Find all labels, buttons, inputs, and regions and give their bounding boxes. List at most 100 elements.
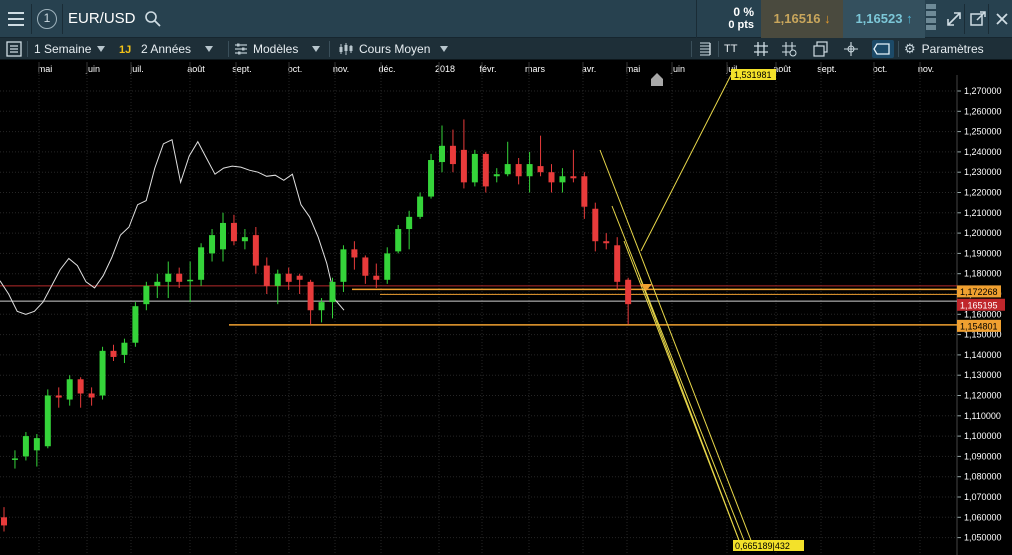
candle-body: [143, 285, 150, 305]
candle-body: [515, 164, 522, 177]
candle-body: [603, 241, 610, 244]
x-axis-month-label: mai: [626, 64, 641, 74]
y-axis-tick-label: 1,050000: [964, 533, 1002, 543]
search-icon[interactable]: [144, 10, 162, 28]
layers-icon[interactable]: [812, 40, 830, 58]
candle-body: [230, 222, 237, 242]
y-axis-tick-label: 1,130000: [964, 370, 1002, 380]
models-dropdown[interactable]: Modèles: [234, 38, 321, 60]
candle-body: [307, 281, 314, 311]
candle-body: [362, 257, 369, 276]
tag-icon[interactable]: [872, 40, 894, 58]
y-axis-tick-label: 1,190000: [964, 248, 1002, 258]
candle-body: [351, 249, 358, 258]
candlestick-chart[interactable]: 1,270000 1,260000 1,250000 1,240000 1,230000…: [0, 60, 1012, 555]
divider: [964, 4, 965, 34]
price-type-label: Cours Moyen: [359, 42, 431, 56]
quantity-stepper-icon[interactable]: [926, 4, 936, 34]
candle-body: [614, 245, 621, 282]
divider: [62, 4, 63, 34]
close-icon[interactable]: [992, 9, 1012, 29]
y-axis-tick-label: 1,270000: [964, 86, 1002, 96]
crosshair-grid-icon[interactable]: [780, 40, 798, 58]
sell-price-button[interactable]: 1,16516 ↓: [761, 0, 843, 38]
y-axis-tick-label: 1,080000: [964, 472, 1002, 482]
arrow-up-icon: ↑: [906, 11, 913, 26]
candle-body: [482, 153, 489, 187]
candle-body: [154, 281, 161, 286]
candle-body: [1, 517, 7, 526]
y-axis-tick-label: 1,160000: [964, 309, 1002, 319]
crosshair-icon[interactable]: [842, 40, 860, 58]
candle-body: [384, 253, 391, 280]
candle-body: [504, 164, 511, 175]
level-tag-lower: 1,154801: [957, 319, 1001, 332]
candle-body: [537, 166, 544, 173]
range-dropdown[interactable]: 2 Années: [141, 38, 214, 60]
candle-body: [165, 273, 172, 282]
level-tag-lower-text: 1,154801: [960, 321, 998, 331]
candle-body: [460, 149, 467, 183]
y-axis-tick-label: 1,140000: [964, 350, 1002, 360]
instrument-symbol[interactable]: EUR/USD: [68, 10, 136, 27]
candle-body: [329, 281, 336, 303]
candle-body: [395, 229, 402, 252]
candle-body: [592, 208, 599, 242]
indicator-line: [0, 138, 345, 315]
projection-line-down: [611, 205, 746, 544]
x-axis-month-label: oct.: [288, 64, 303, 74]
x-axis-month-label: 2018: [435, 64, 455, 74]
candle-body: [198, 247, 205, 280]
y-axis-tick-label: 1,060000: [964, 512, 1002, 522]
hamburger-menu-icon[interactable]: [4, 8, 28, 30]
divider: [898, 41, 899, 57]
divider: [27, 41, 28, 57]
y-axis-tick-label: 1,120000: [964, 391, 1002, 401]
candle-body: [88, 393, 95, 398]
chevron-down-icon: [205, 46, 214, 52]
grid-icon[interactable]: [752, 40, 770, 58]
candle-body: [439, 145, 445, 163]
sell-price: 1,16516: [773, 11, 821, 26]
candles-icon: [339, 43, 353, 55]
settings-button[interactable]: ⚙ Paramètres: [904, 38, 984, 60]
buy-price-button[interactable]: 1,16523 ↑: [843, 0, 925, 38]
sliders-icon: [235, 43, 247, 55]
projection-line-up: [640, 74, 732, 252]
divider: [228, 41, 229, 57]
popout-icon[interactable]: [968, 9, 988, 29]
current-price-tag-text: 1,165195: [960, 300, 998, 310]
candle-body: [471, 153, 478, 183]
divider: [31, 4, 32, 34]
x-axis-month-label: oct.: [873, 64, 888, 74]
y-axis-tick-label: 1,090000: [964, 451, 1002, 461]
list-icon[interactable]: [5, 40, 23, 58]
projection-line-down: [599, 149, 753, 544]
price-chart[interactable]: 1,270000 1,260000 1,250000 1,240000 1,230000…: [0, 60, 1012, 555]
x-axis-month-label: sept.: [232, 64, 252, 74]
divider: [718, 41, 719, 57]
candle-body: [548, 172, 555, 183]
candle-body: [449, 145, 456, 165]
divider: [988, 4, 989, 34]
price-type-dropdown[interactable]: Cours Moyen: [338, 38, 449, 60]
timeframe-label: 1 Semaine: [34, 42, 92, 56]
timeframe-dropdown[interactable]: 1 Semaine: [34, 38, 106, 60]
projection-label-top: 1,531981: [731, 69, 776, 80]
instrument-index-badge[interactable]: 1: [37, 9, 57, 29]
y-axis-tick-label: 1,100000: [964, 431, 1002, 441]
text-tool-button[interactable]: TT: [724, 38, 737, 60]
y-axis-tick-label: 1,230000: [964, 167, 1002, 177]
order-book-icon[interactable]: [696, 40, 714, 58]
candle-body: [55, 395, 62, 398]
candle-body: [241, 237, 248, 242]
level-tag-upper: 1,172268: [957, 285, 1001, 298]
expand-icon[interactable]: [944, 9, 964, 29]
candle-body: [110, 350, 117, 357]
x-axis-month-label: sept.: [817, 64, 837, 74]
candle-body: [263, 265, 270, 286]
candle-body: [406, 216, 413, 230]
models-label: Modèles: [253, 42, 299, 56]
projection-label-bottom: 0,665189|432: [733, 540, 804, 551]
candle-body: [99, 350, 106, 396]
